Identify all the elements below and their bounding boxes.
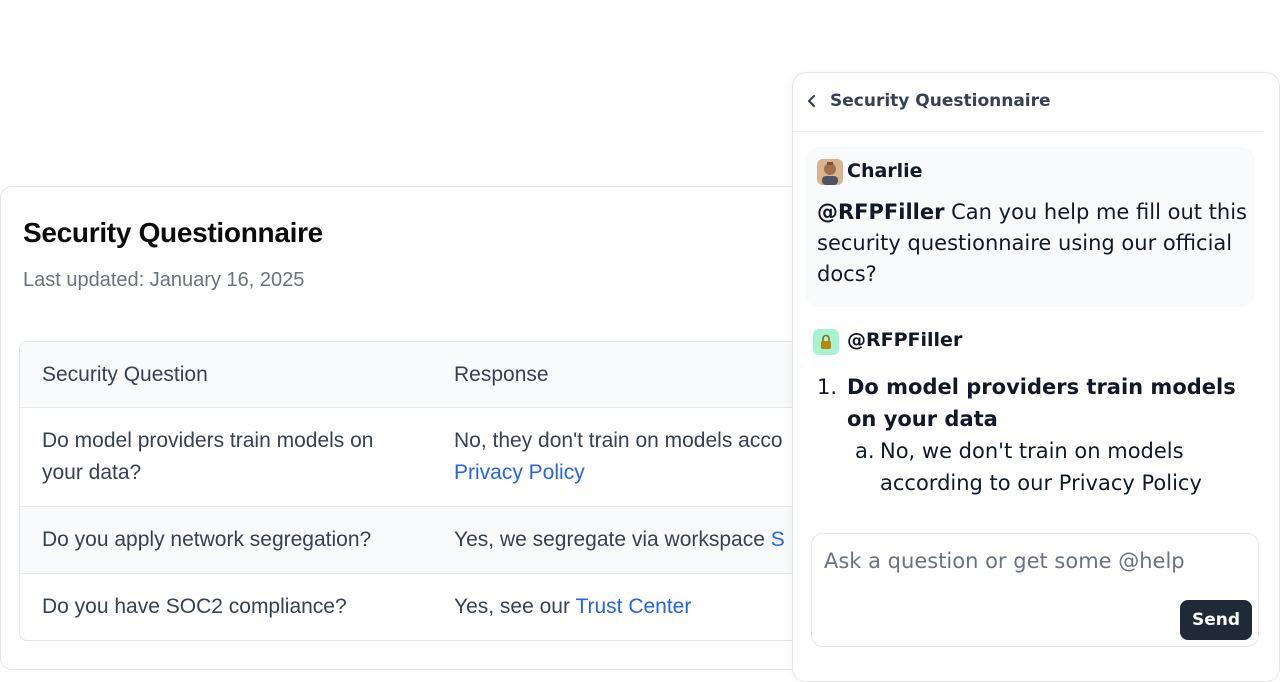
sub-item-number: a. [855, 439, 875, 463]
chat-header: Security Questionnaire [793, 73, 1263, 132]
send-button[interactable]: Send [1180, 600, 1252, 640]
segregation-link[interactable]: S [771, 528, 785, 551]
column-header-question: Security Question [42, 362, 208, 386]
lock-icon [821, 334, 831, 349]
last-updated-text: Last updated: January 16, 2025 [23, 269, 305, 291]
privacy-policy-link[interactable]: Privacy Policy [454, 461, 585, 484]
avatar [817, 159, 843, 185]
bot-sender-name: @RFPFiller [847, 329, 963, 351]
chat-title: Security Questionnaire [830, 91, 1051, 111]
list-item: 1. Do model providers train models on yo… [817, 371, 1237, 435]
chat-input[interactable] [822, 540, 1246, 582]
response-text: Yes, we segregate via workspace [454, 528, 771, 551]
sub-item-text: No, we don't train on models according t… [880, 439, 1202, 495]
sub-list-item: a. No, we don't train on models accordin… [855, 435, 1237, 499]
sender-name: Charlie [847, 160, 923, 182]
bot-message: 1. Do model providers train models on yo… [817, 371, 1237, 499]
chat-panel: Security Questionnaire Charlie @RFPFille… [792, 72, 1280, 682]
chat-composer: Send [811, 533, 1259, 647]
chevron-left-icon[interactable] [805, 92, 819, 110]
response-text: No, they don't train on models acco [454, 429, 783, 452]
trust-center-link[interactable]: Trust Center [575, 595, 691, 618]
question-cell: Do you apply network segregation? [42, 528, 372, 551]
user-message-text: @RFPFiller Can you help me fill out this… [817, 197, 1247, 290]
response-text: Yes, see our [454, 595, 576, 618]
page-title: Security Questionnaire [23, 217, 323, 248]
user-message: Charlie @RFPFiller Can you help me fill … [805, 147, 1255, 307]
question-cell: Do model providers train models on your … [42, 429, 374, 484]
question-cell: Do you have SOC2 compliance? [42, 595, 347, 618]
mention: @RFPFiller [817, 200, 945, 224]
bot-avatar [813, 329, 839, 355]
user-avatar-icon [817, 159, 843, 185]
item-number: 1. [817, 375, 838, 399]
item-text: Do model providers train models on your … [847, 375, 1236, 431]
